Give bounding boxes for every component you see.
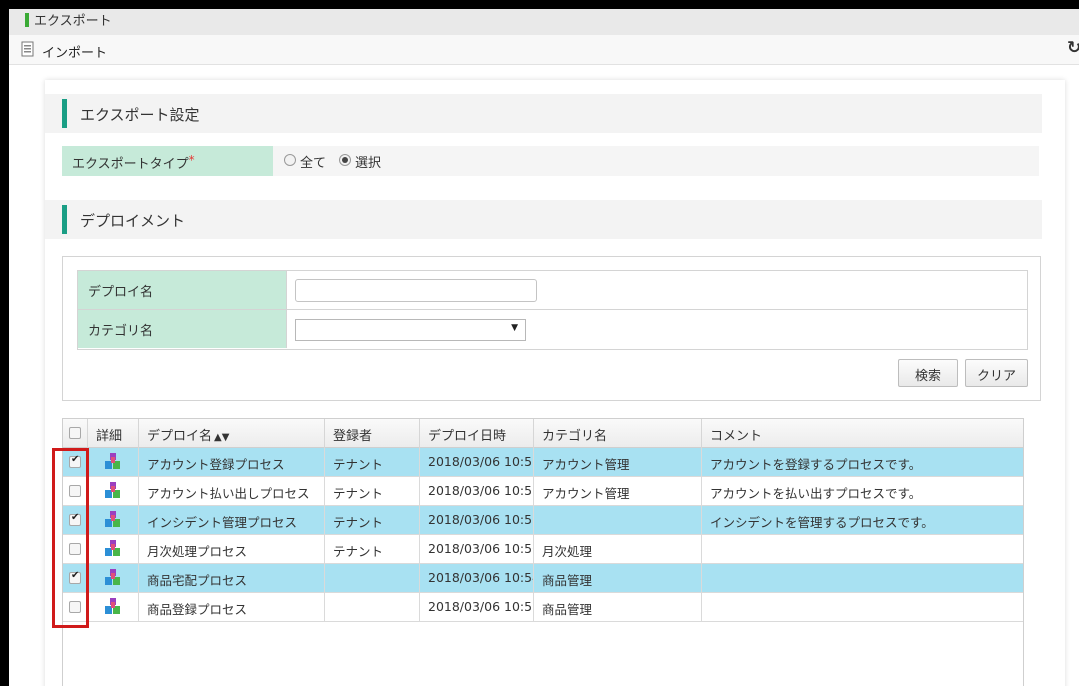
section-marker [62, 99, 67, 128]
registrant-cell [325, 593, 420, 621]
radio-select-label[interactable]: 選択 [355, 152, 381, 171]
radio-select[interactable] [339, 154, 351, 166]
sort-icon[interactable]: ▲▼ [214, 432, 229, 443]
deploy-name-cell: インシデント管理プロセス [139, 506, 325, 534]
export-marker [25, 13, 29, 27]
window-frame-left [0, 0, 9, 686]
deploy-date-cell: 2018/03/06 10:55:4 [420, 477, 534, 505]
deploy-date-cell: 2018/03/06 10:51:4 [420, 506, 534, 534]
category-select[interactable]: ▼ [295, 319, 526, 341]
comment-cell: インシデントを管理するプロセスです。 [710, 515, 934, 530]
comment-cell [702, 593, 1023, 621]
table-header: 詳細 デプロイ名 ▲▼ 登録者 デプロイ日時 カテゴリ名 コメント [63, 419, 1023, 448]
import-header[interactable]: インポート ↻ [9, 35, 1079, 65]
export-settings-section: エクスポート設定 [45, 94, 1042, 133]
deploy-table: 詳細 デプロイ名▲▼ 登録者 デプロイ日時 カテゴリ名 コメント アカウント登録… [62, 418, 1024, 686]
import-tab-title: インポート [42, 46, 108, 61]
detail-cell[interactable] [88, 593, 139, 621]
checkbox-highlight-box [52, 448, 89, 628]
clear-button[interactable]: クリア [965, 359, 1028, 387]
header-registrant: 登録者 [325, 419, 420, 448]
detail-cell[interactable] [88, 535, 139, 563]
process-detail-icon[interactable] [105, 540, 121, 557]
category-cell: 商品管理 [534, 564, 702, 592]
select-all-checkbox[interactable] [69, 427, 81, 439]
category-cell: 月次処理 [534, 535, 702, 563]
export-header[interactable]: エクスポート [9, 9, 1079, 35]
deploy-name-label: デプロイ名 [78, 271, 287, 309]
export-type-label: エクスポートタイプ* [62, 146, 273, 176]
process-detail-icon[interactable] [105, 482, 121, 499]
deploy-date-cell: 2018/03/06 10:52:5 [420, 448, 534, 476]
export-tab-title: エクスポート [34, 14, 112, 29]
header-select-all[interactable] [63, 419, 88, 448]
category-cell: 商品管理 [534, 593, 702, 621]
process-detail-icon[interactable] [105, 598, 121, 615]
registrant-cell [325, 564, 420, 592]
process-detail-icon[interactable] [105, 511, 121, 528]
deploy-name-cell: アカウント登録プロセス [139, 448, 325, 476]
deploy-section-title: デプロイメント [80, 212, 186, 230]
export-type-row: エクスポートタイプ* 全て 選択 [62, 146, 1039, 176]
comment-cell: アカウントを払い出すプロセスです。 [710, 486, 922, 501]
deploy-name-cell: 商品宅配プロセス [139, 564, 325, 592]
radio-all-label[interactable]: 全て [300, 152, 326, 171]
category-label: カテゴリ名 [78, 310, 287, 348]
radio-all[interactable] [284, 154, 296, 166]
deploy-name-cell: 月次処理プロセス [139, 535, 325, 563]
deploy-name-input[interactable] [295, 279, 537, 302]
process-detail-icon[interactable] [105, 453, 121, 470]
window-frame-top [0, 0, 1079, 9]
registrant-cell: テナント [325, 535, 420, 563]
table-row[interactable]: インシデント管理プロセステナント2018/03/06 10:51:4 インシデント… [63, 506, 1023, 535]
detail-cell[interactable] [88, 477, 139, 505]
table-row[interactable]: アカウント払い出しプロセステナント2018/03/06 10:55:4アカウント… [63, 477, 1023, 506]
deploy-name-row: デプロイ名 [78, 271, 1027, 310]
deploy-section: デプロイメント [45, 200, 1042, 239]
registrant-cell: テナント [325, 477, 420, 505]
refresh-icon[interactable]: ↻ [1067, 38, 1079, 58]
registrant-cell: テナント [325, 448, 420, 476]
deploy-date-cell: 2018/03/06 10:50:0 [420, 535, 534, 563]
detail-cell[interactable] [88, 448, 139, 476]
table-row[interactable]: アカウント登録プロセステナント2018/03/06 10:52:5アカウント管理… [63, 448, 1023, 477]
table-row[interactable]: 商品登録プロセス 2018/03/06 10:56:1商品管理 [63, 593, 1023, 622]
table-row[interactable]: 商品宅配プロセス 2018/03/06 10:54:4商品管理 [63, 564, 1023, 593]
detail-cell[interactable] [88, 506, 139, 534]
deploy-date-cell: 2018/03/06 10:54:4 [420, 564, 534, 592]
comment-cell [702, 564, 1023, 592]
header-deploy-date: デプロイ日時 [420, 419, 534, 448]
header-deploy-name[interactable]: デプロイ名 ▲▼ [139, 419, 325, 448]
category-row: カテゴリ名 ▼ [78, 310, 1027, 349]
process-detail-icon[interactable] [105, 569, 121, 586]
detail-cell[interactable] [88, 564, 139, 592]
category-cell: アカウント管理 [534, 448, 702, 476]
section-marker [62, 205, 67, 234]
export-settings-title: エクスポート設定 [80, 106, 200, 124]
chevron-down-icon: ▼ [511, 323, 518, 333]
required-mark: * [188, 153, 195, 167]
import-icon [21, 41, 34, 57]
comment-cell [702, 535, 1023, 563]
table-row[interactable]: 月次処理プロセステナント2018/03/06 10:50:0月次処理 [63, 535, 1023, 564]
header-detail: 詳細 [88, 419, 139, 448]
category-cell: アカウント管理 [534, 477, 702, 505]
search-button[interactable]: 検索 [898, 359, 958, 387]
search-panel: デプロイ名 カテゴリ名 ▼ 検索 クリア [62, 256, 1041, 401]
deploy-date-cell: 2018/03/06 10:56:1 [420, 593, 534, 621]
category-cell [534, 506, 702, 534]
deploy-name-cell: 商品登録プロセス [139, 593, 325, 621]
header-category: カテゴリ名 [534, 419, 702, 448]
comment-cell: アカウントを登録するプロセスです。 [710, 457, 922, 472]
registrant-cell: テナント [325, 506, 420, 534]
search-form: デプロイ名 カテゴリ名 ▼ [77, 270, 1028, 350]
header-comment: コメント [710, 429, 763, 444]
deploy-name-cell: アカウント払い出しプロセス [139, 477, 325, 505]
